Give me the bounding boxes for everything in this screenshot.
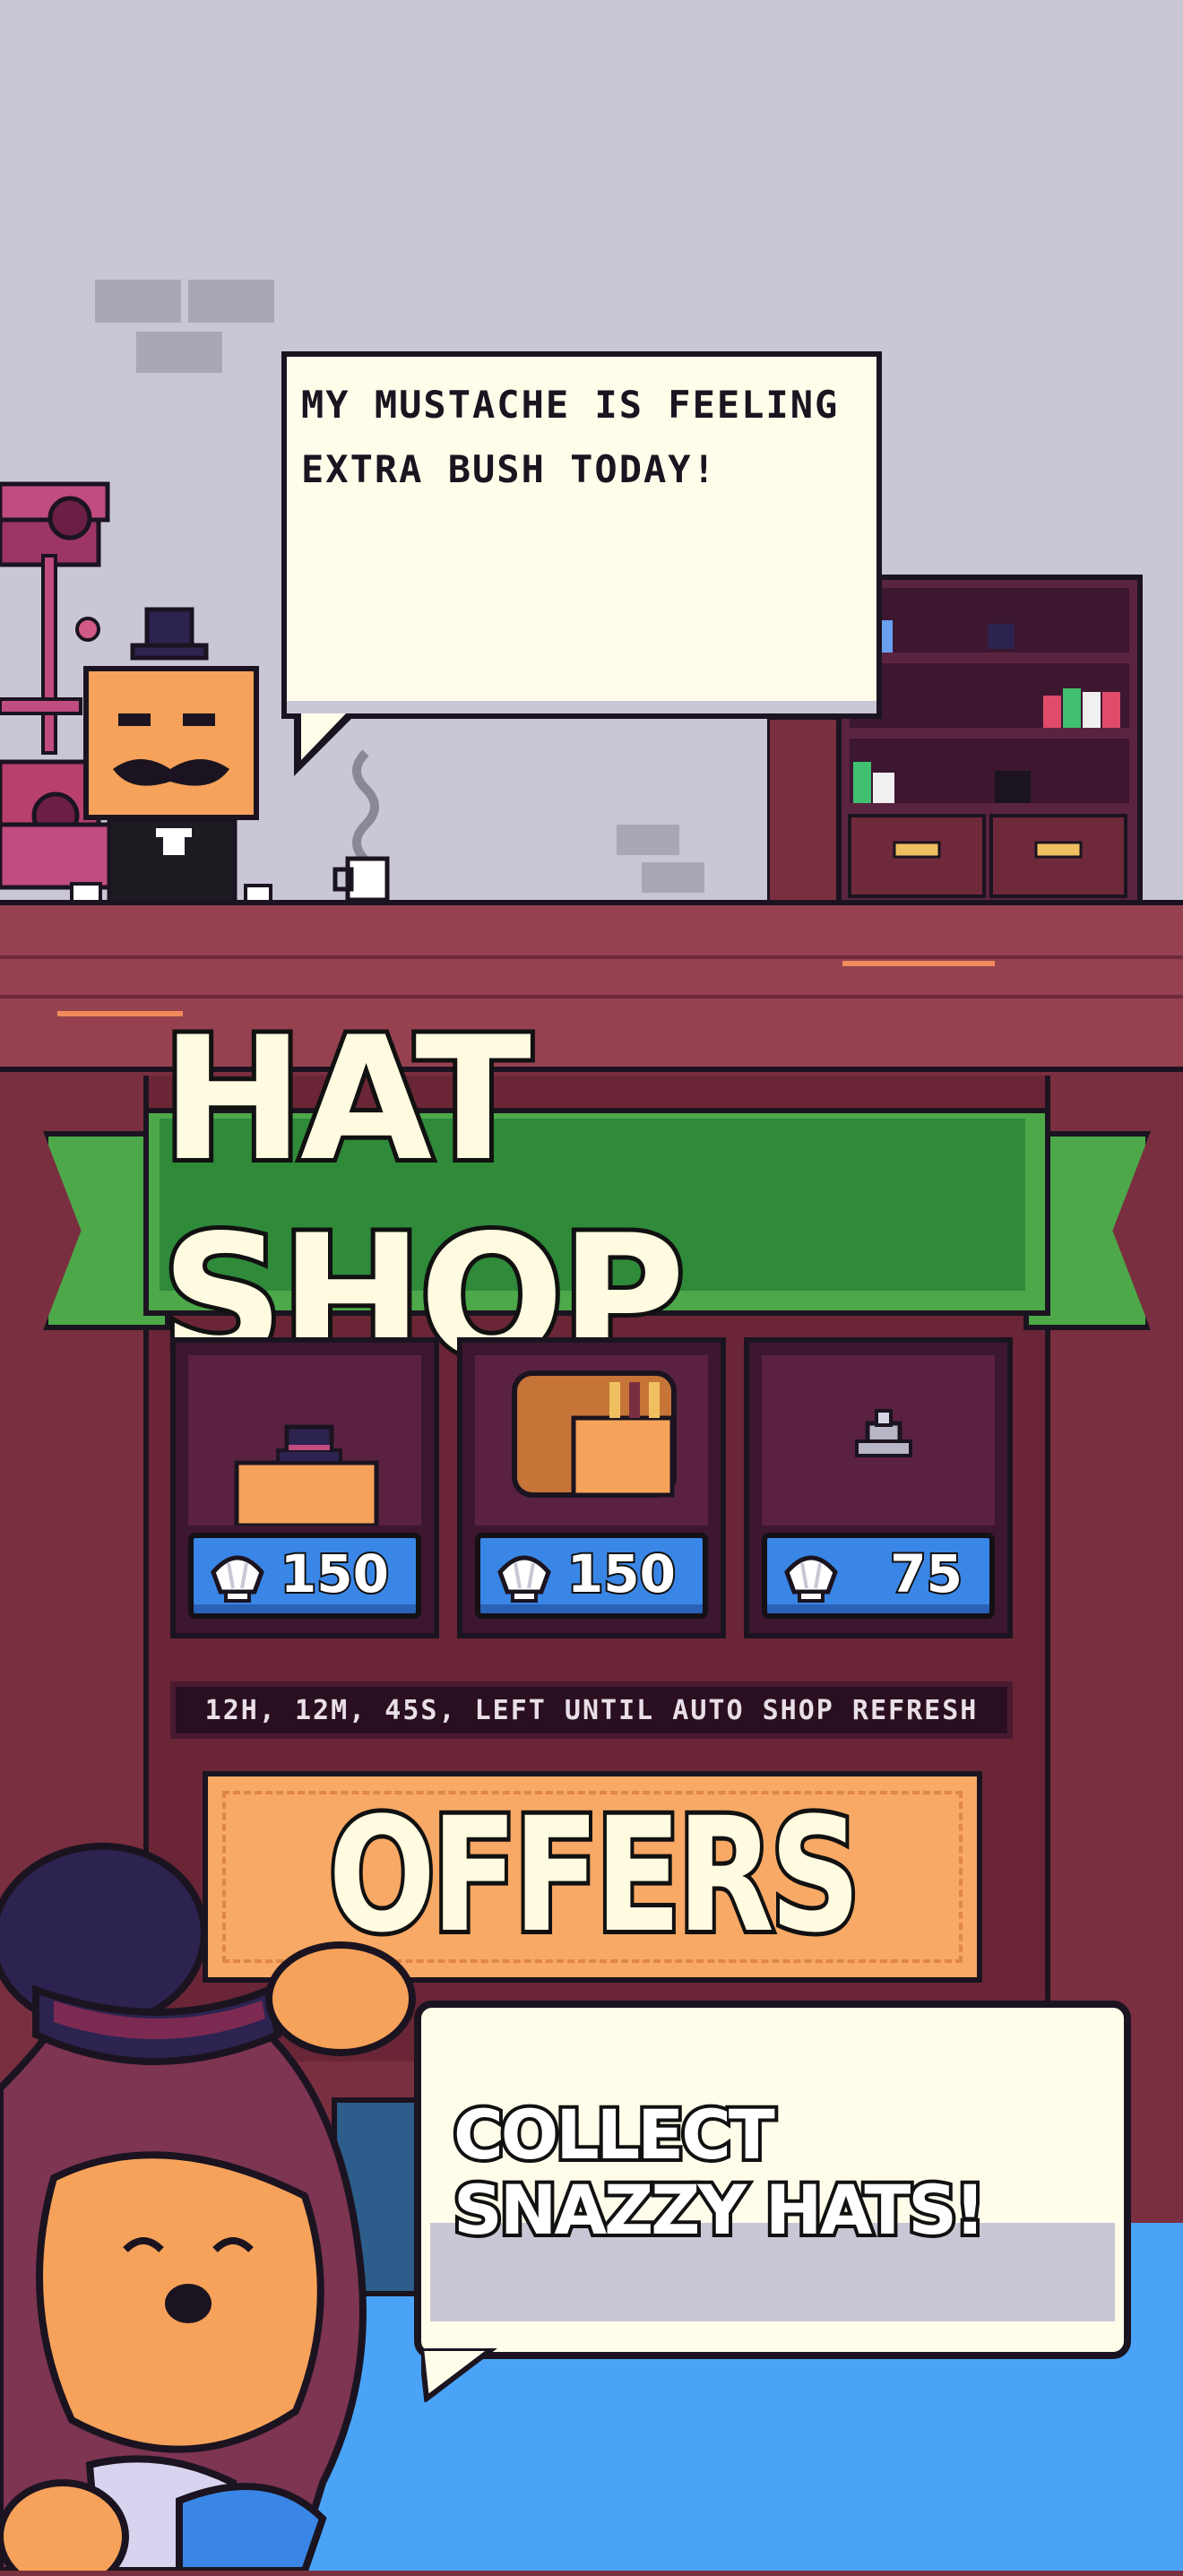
shell-currency-icon xyxy=(497,1555,551,1603)
shopkeeper-npc[interactable] xyxy=(77,606,265,907)
promo-speech-bubble: COLLECT SNAZZY HATS! xyxy=(414,2001,1131,2359)
buy-price-button[interactable]: 150 xyxy=(188,1533,421,1619)
shell-currency-icon xyxy=(211,1555,264,1603)
npc-speech-text: MY MUSTACHE IS FEELING EXTRA BUSH TODAY! xyxy=(301,383,840,491)
bubble-tail-inner xyxy=(301,713,346,760)
buy-price-button[interactable]: 150 xyxy=(475,1533,708,1619)
shop-item-card[interactable]: 150 xyxy=(457,1337,726,1638)
wall-brick xyxy=(136,332,222,373)
item-preview xyxy=(475,1355,708,1526)
shop-refresh-timer: 12H, 12M, 45S, LEFT UNTIL AUTO SHOP REFR… xyxy=(170,1681,1013,1739)
wall-brick xyxy=(617,825,679,855)
counter-groove xyxy=(0,955,1183,959)
hat-shop-title: HAT SHOP xyxy=(157,996,1022,1401)
counter-groove xyxy=(0,995,1183,998)
item-preview xyxy=(762,1355,995,1526)
promo-caption: COLLECT SNAZZY HATS! xyxy=(450,2094,989,2252)
price-value: 150 xyxy=(279,1542,391,1606)
top-hat-box-icon xyxy=(234,1424,379,1528)
shop-item-card[interactable]: 75 xyxy=(744,1337,1013,1638)
shop-item-card[interactable]: 150 xyxy=(170,1337,439,1638)
npc-speech-bubble: MY MUSTACHE IS FEELING EXTRA BUSH TODAY! xyxy=(281,351,882,719)
bubble-shadow xyxy=(287,701,876,713)
wall-brick xyxy=(642,862,704,893)
price-value: 75 xyxy=(888,1542,964,1606)
tiny-helmet-icon xyxy=(855,1409,912,1457)
wall-brick xyxy=(188,280,274,323)
price-value: 150 xyxy=(566,1542,678,1606)
buy-price-button[interactable]: 75 xyxy=(762,1533,995,1619)
counter-highlight xyxy=(842,961,995,966)
shell-currency-icon xyxy=(784,1555,838,1603)
promo-character xyxy=(0,1842,416,2571)
wall-brick xyxy=(95,280,181,323)
bread-hat-icon xyxy=(512,1370,677,1498)
item-preview xyxy=(188,1355,421,1528)
promo-bubble-tail xyxy=(421,2348,497,2402)
